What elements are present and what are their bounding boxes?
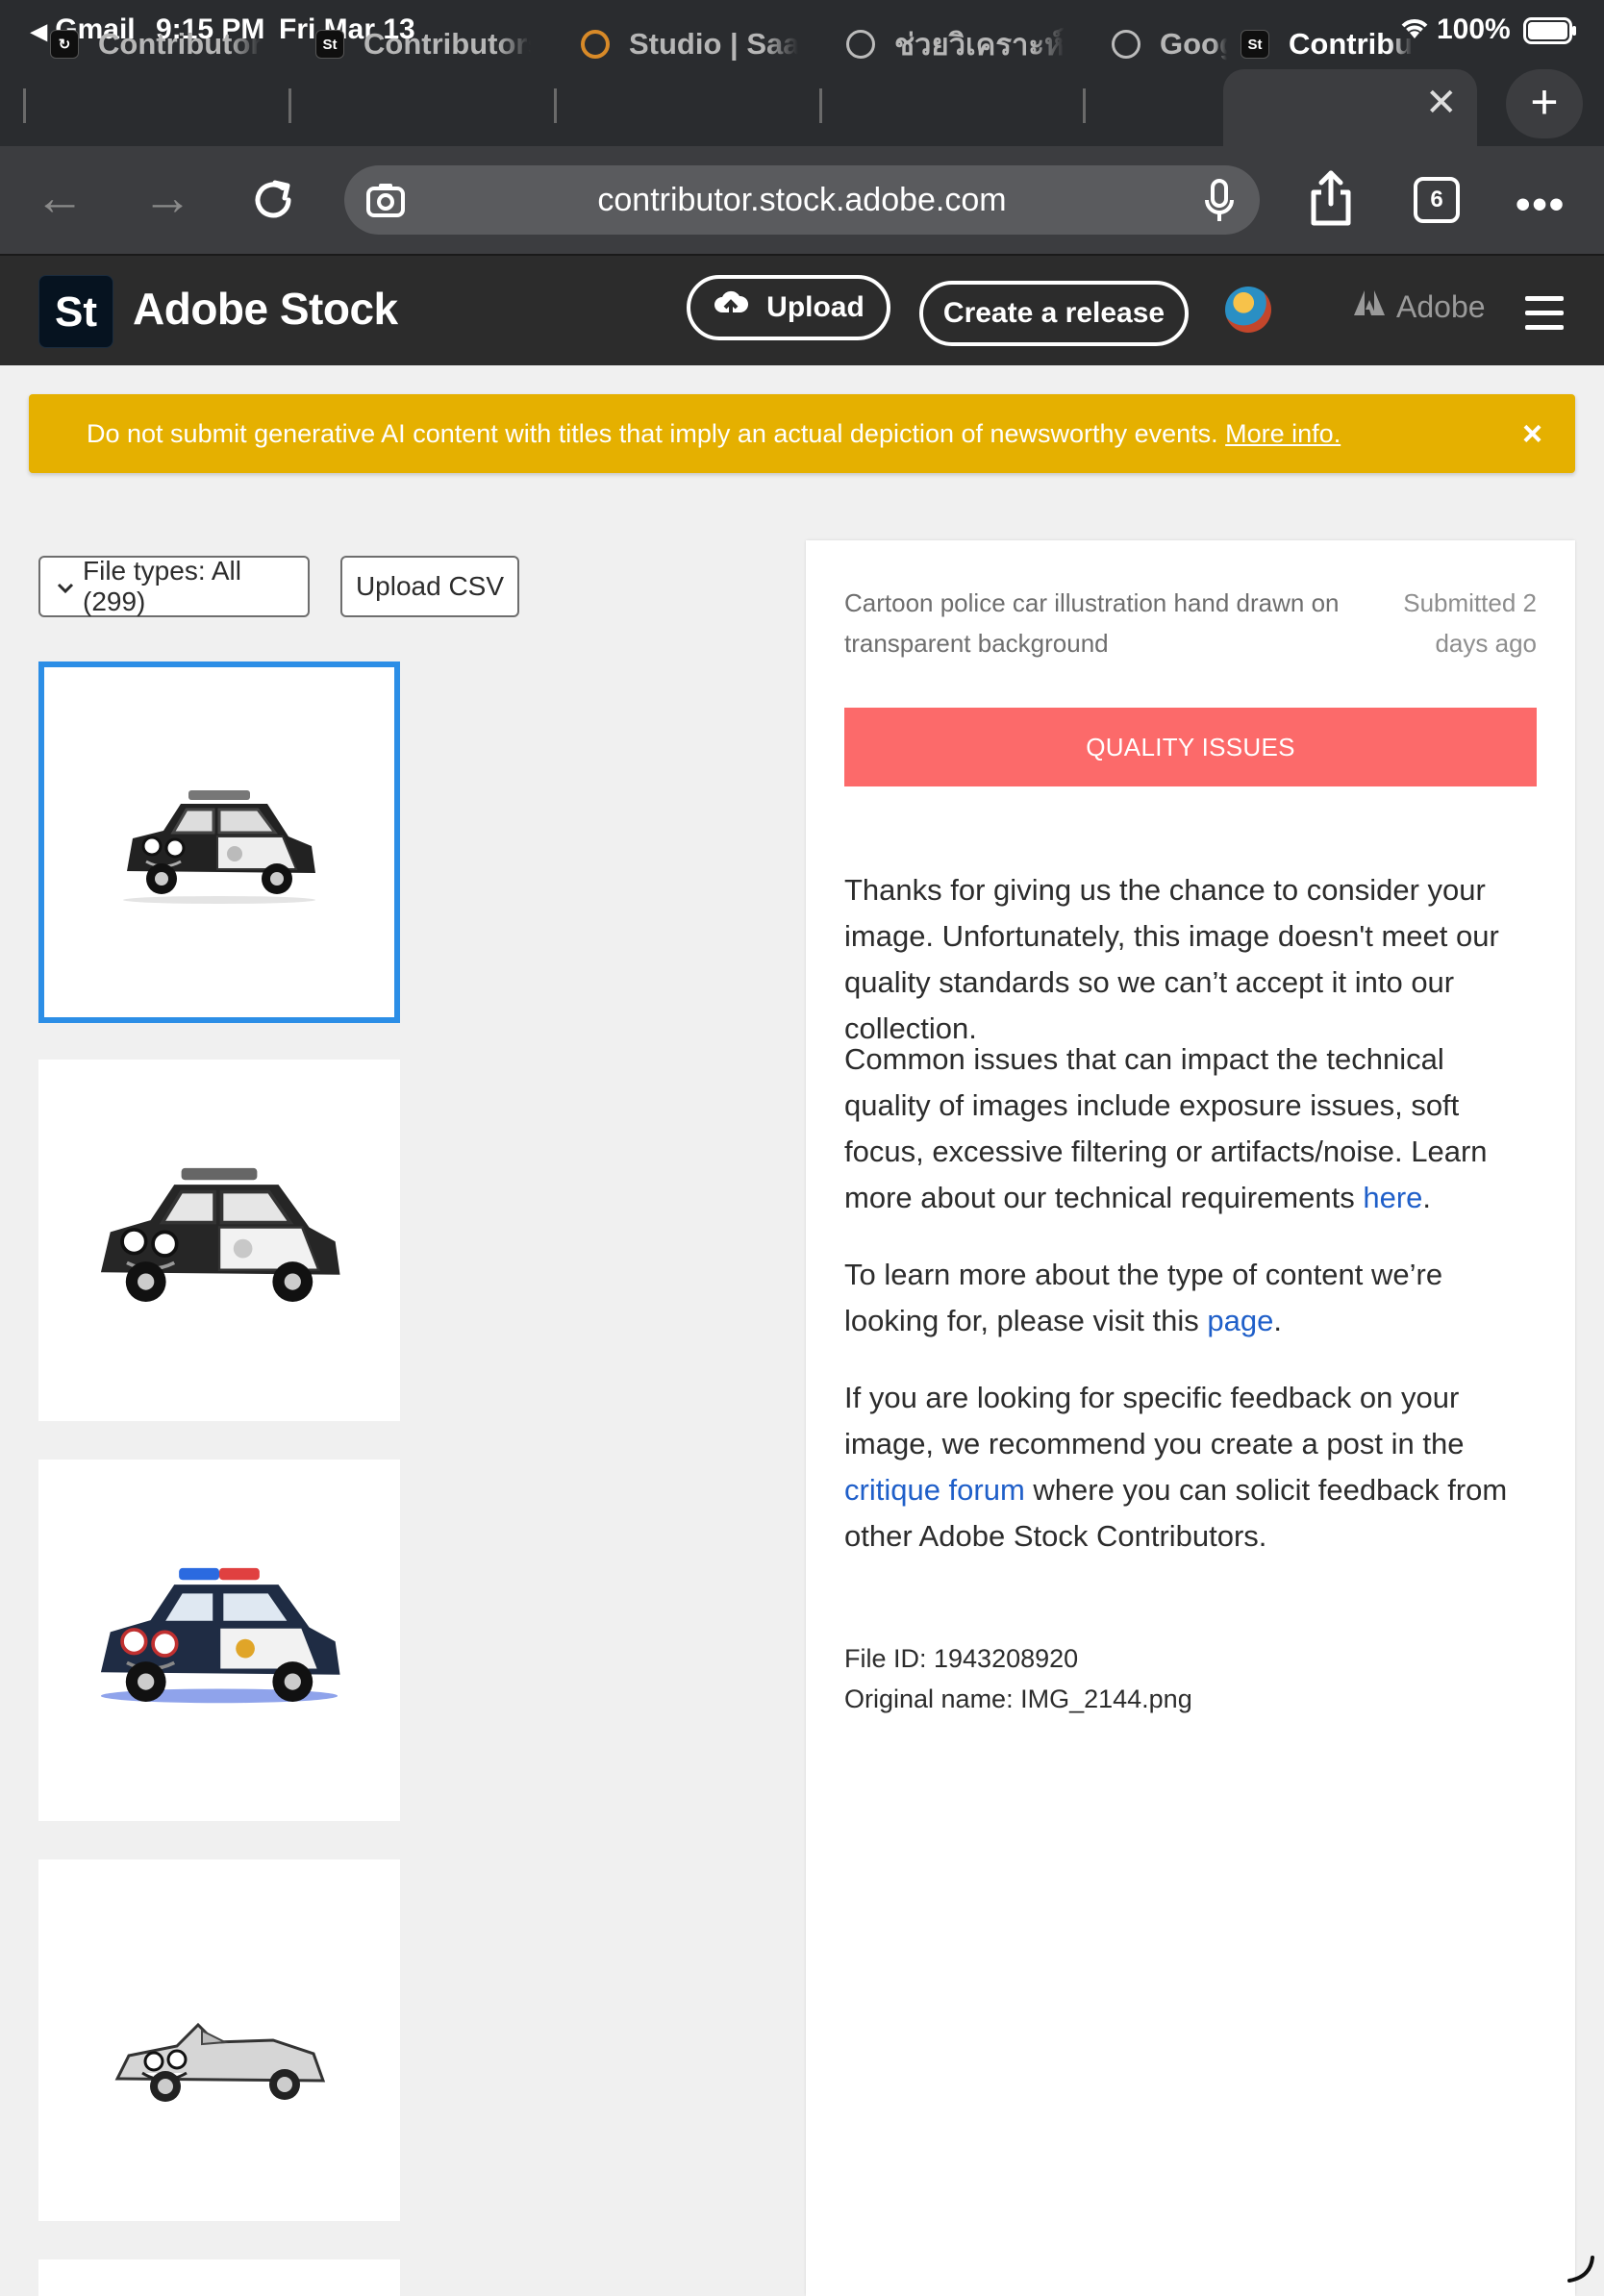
tab-contributor[interactable]: ↻ Contributor. [50, 12, 262, 77]
microphone-icon[interactable] [1204, 179, 1235, 228]
new-tab-button[interactable]: + [1506, 69, 1583, 138]
status-badge: QUALITY ISSUES [844, 708, 1537, 786]
studio-favicon-icon [581, 30, 610, 59]
tab-studio[interactable]: Studio | Saat [581, 12, 798, 77]
technical-requirements-link[interactable]: here [1363, 1181, 1422, 1214]
tab-count-button[interactable]: 6 [1414, 177, 1460, 223]
close-tab-icon[interactable]: ✕ [1425, 81, 1458, 125]
url-field[interactable]: contributor.stock.adobe.com [344, 165, 1260, 235]
tab-divider [23, 88, 26, 123]
tab-divider [554, 88, 557, 123]
stock-favicon-icon: St [315, 30, 344, 59]
content-page-link[interactable]: page [1207, 1304, 1273, 1337]
critique-forum-link[interactable]: critique forum [844, 1473, 1025, 1507]
contributor-favicon-icon: ↻ [50, 30, 79, 59]
thumbnail-convertible-car[interactable] [38, 1859, 400, 2221]
reload-icon[interactable] [237, 163, 310, 237]
convertible-car-image [114, 2022, 326, 2102]
share-icon[interactable] [1308, 169, 1354, 232]
rejection-paragraph-1: Thanks for giving us the chance to consi… [844, 873, 1499, 1045]
chevron-down-icon [56, 571, 75, 602]
battery-percent: 100% [1437, 13, 1511, 45]
police-car-bw-large-image [100, 1167, 340, 1302]
resize-handle-icon[interactable] [1564, 2254, 1596, 2289]
tab-divider [288, 88, 291, 123]
original-name: Original name: IMG_2144.png [844, 1685, 1192, 1713]
tab-divider [819, 88, 822, 123]
tab-contributors[interactable]: St Contributors [315, 12, 531, 77]
ai-warning-banner: Do not submit generative AI content with… [29, 394, 1575, 473]
rejection-paragraph-3: To learn more about the type of content … [844, 1258, 1443, 1337]
back-triangle-icon: ◀ [31, 19, 47, 43]
tab-divider [1083, 88, 1086, 123]
more-info-link[interactable]: More info. [1225, 419, 1341, 448]
thumbnail-police-car-3[interactable] [38, 1460, 400, 1821]
brand-title[interactable]: Adobe Stock [133, 283, 398, 335]
adobe-logo-icon [1352, 288, 1387, 325]
thumbnail-police-car-1[interactable] [38, 661, 400, 1023]
thumbnail-police-car-2[interactable] [38, 1060, 400, 1421]
avatar[interactable] [1225, 287, 1271, 333]
banner-close-icon[interactable]: × [1522, 413, 1542, 454]
file-types-dropdown[interactable]: File types: All (299) [38, 556, 310, 617]
globe-favicon-icon [1112, 30, 1140, 59]
upload-button[interactable]: Upload [687, 275, 890, 340]
banner-message: Do not submit generative AI content with… [87, 419, 1218, 448]
rejection-paragraph-4: If you are looking for specific feedback… [844, 1381, 1508, 1553]
openai-favicon-icon [846, 30, 875, 59]
asset-title: Cartoon police car illustration hand dra… [844, 588, 1340, 658]
adobe-link[interactable]: Adobe [1352, 288, 1486, 325]
cloud-upload-icon [713, 289, 749, 326]
hamburger-menu-icon[interactable] [1525, 296, 1564, 331]
thumbnail-partial[interactable] [38, 2259, 400, 2296]
create-release-button[interactable]: Create a release [919, 281, 1189, 346]
forward-arrow-icon[interactable]: → [131, 163, 204, 237]
police-car-bw-image [123, 790, 315, 904]
battery-icon [1523, 17, 1577, 52]
file-id: File ID: 1943208920 [844, 1644, 1079, 1673]
rejection-paragraph-2: Common issues that can impact the techni… [844, 1042, 1488, 1214]
adobe-stock-logo[interactable]: St [38, 275, 113, 348]
tab-contribu-active[interactable]: St Contribu [1241, 12, 1414, 77]
police-car-blue-image [100, 1567, 340, 1704]
stock-favicon-icon: St [1241, 30, 1269, 59]
more-menu-icon[interactable]: ••• [1516, 181, 1566, 229]
tab-google[interactable]: Goog [1112, 12, 1227, 77]
tab-thai-chat[interactable]: ช่วยวิเคราะห์ p [846, 12, 1065, 77]
back-arrow-icon[interactable]: ← [23, 163, 96, 237]
upload-csv-button[interactable]: Upload CSV [340, 556, 519, 617]
submitted-date: Submitted 2 days ago [1403, 588, 1537, 658]
